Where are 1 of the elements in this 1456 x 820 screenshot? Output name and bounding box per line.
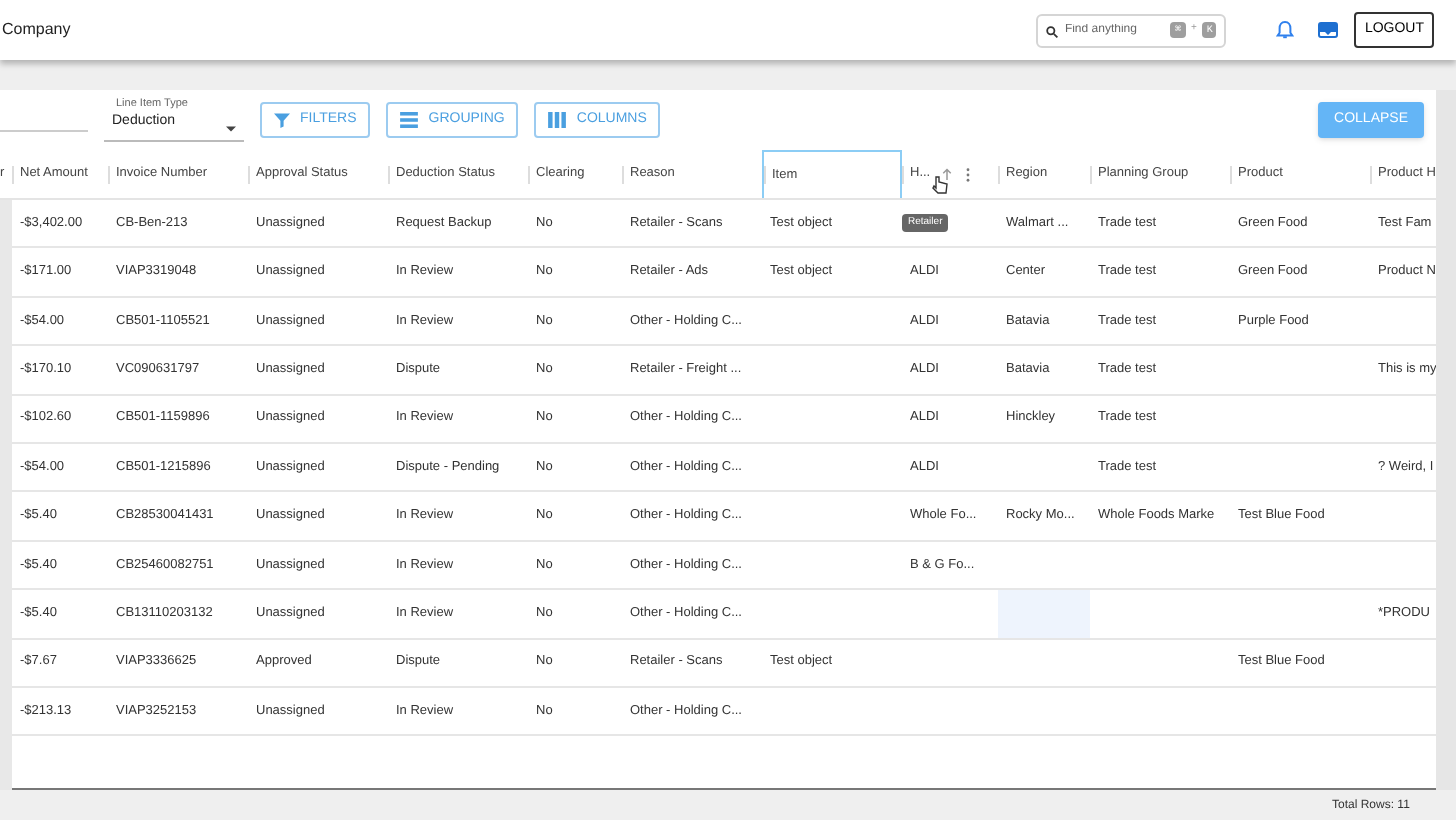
company-name: Company [2,18,71,42]
